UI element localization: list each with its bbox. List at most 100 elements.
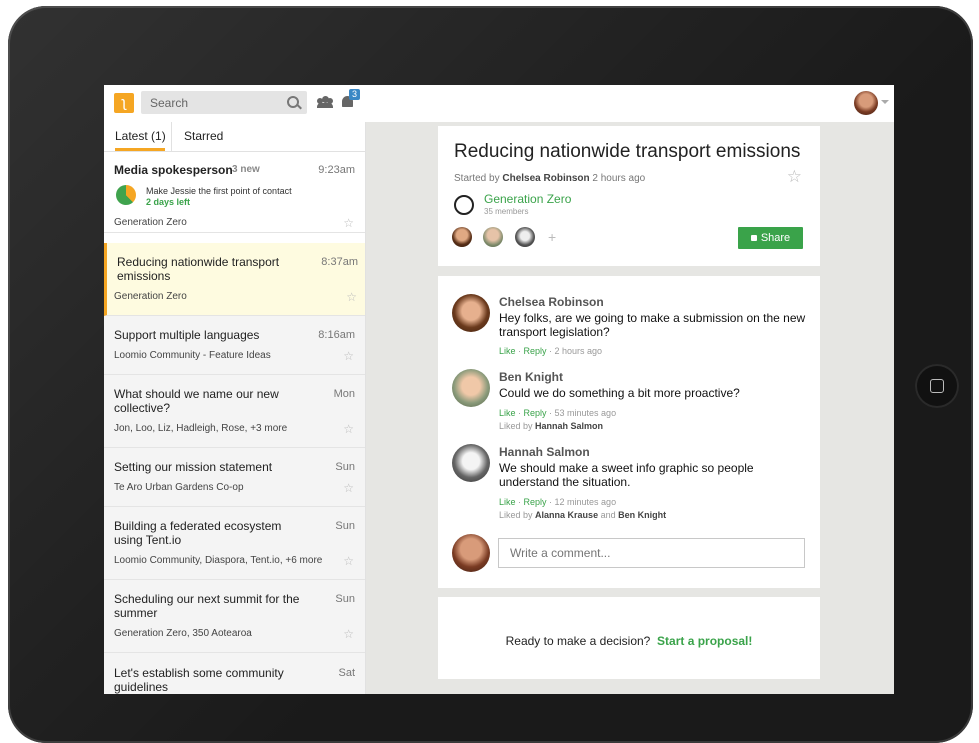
list-item[interactable]: Media spokesperson 3 new 9:23am Make Jes… bbox=[104, 152, 365, 233]
liked-by: Liked by Alanna Krause and Ben Knight bbox=[499, 510, 666, 520]
started-by: Started by Chelsea Robinson 2 hours ago bbox=[454, 173, 645, 184]
comment-text: Could we do something a bit more proacti… bbox=[499, 386, 740, 400]
list-item-time: 8:16am bbox=[318, 329, 355, 341]
reply-link[interactable]: Reply bbox=[524, 497, 547, 507]
start-proposal-link[interactable]: Start a proposal! bbox=[657, 634, 752, 648]
list-item-title: Media spokesperson bbox=[114, 163, 233, 177]
tab-divider bbox=[171, 122, 172, 151]
list-item[interactable]: Support multiple languages 8:16am Loomio… bbox=[104, 316, 365, 375]
avatar[interactable] bbox=[515, 227, 535, 247]
liked-by: Liked by Hannah Salmon bbox=[499, 421, 603, 431]
home-button-icon[interactable] bbox=[915, 364, 959, 408]
avatar bbox=[452, 534, 490, 572]
new-count: 3 new bbox=[232, 164, 260, 175]
comment-author[interactable]: Ben Knight bbox=[499, 370, 563, 384]
comment-time: 2 hours ago bbox=[554, 346, 603, 356]
comment-text: Hey folks, are we going to make a submis… bbox=[499, 311, 806, 339]
list-item-group: Jon, Loo, Liz, Hadleigh, Rose, +3 more bbox=[114, 423, 288, 434]
share-label: Share bbox=[760, 232, 791, 244]
like-link[interactable]: Like bbox=[499, 408, 516, 418]
list-item[interactable]: Setting our mission statement Sun Te Aro… bbox=[104, 448, 365, 507]
star-icon[interactable]: ☆ bbox=[343, 481, 354, 495]
list-item-time: 8:37am bbox=[321, 256, 358, 268]
avatar[interactable] bbox=[452, 294, 490, 332]
decision-prompt: Ready to make a decision? Start a propos… bbox=[438, 634, 820, 648]
list-tabs: Latest (1) Starred bbox=[104, 122, 365, 152]
page-title: Reducing nationwide transport emissions bbox=[454, 141, 801, 162]
decision-text: Ready to make a decision? bbox=[505, 634, 651, 648]
star-icon[interactable]: ☆ bbox=[343, 349, 354, 363]
started-prefix: Started by bbox=[454, 173, 500, 184]
discussion-list-panel: Latest (1) Starred Media spokesperson 3 … bbox=[104, 122, 366, 694]
list-item-time: Sun bbox=[335, 461, 355, 473]
avatar[interactable] bbox=[483, 227, 503, 247]
star-icon[interactable]: ☆ bbox=[346, 290, 357, 304]
list-item-group: Generation Zero, 350 Aotearoa bbox=[114, 628, 252, 639]
liked-user[interactable]: Ben Knight bbox=[618, 510, 666, 520]
chevron-down-icon[interactable] bbox=[881, 100, 889, 104]
liked-and: and bbox=[600, 510, 616, 520]
started-time: 2 hours ago bbox=[592, 173, 646, 184]
list-item-time: Sun bbox=[335, 520, 355, 532]
list-item-group: Loomio Community - Feature Ideas bbox=[114, 350, 271, 361]
reply-link[interactable]: Reply bbox=[524, 408, 547, 418]
tablet-frame: ʅ Search 3 Latest (1) Starred Media spok… bbox=[8, 6, 973, 743]
search-input[interactable]: Search bbox=[141, 91, 307, 114]
star-icon[interactable]: ☆ bbox=[343, 627, 354, 641]
group-logo-icon bbox=[454, 195, 474, 215]
share-button[interactable]: Share bbox=[738, 227, 803, 249]
list-item-group: Generation Zero bbox=[114, 217, 187, 228]
member-count: 35 members bbox=[484, 207, 529, 216]
list-item-title: Scheduling our next summit for the summe… bbox=[114, 592, 300, 620]
search-icon[interactable] bbox=[287, 96, 299, 108]
comment-input[interactable] bbox=[508, 539, 802, 567]
add-member-icon[interactable]: + bbox=[548, 229, 556, 245]
list-item[interactable]: Scheduling our next summit for the summe… bbox=[104, 580, 365, 653]
tab-starred[interactable]: Starred bbox=[184, 129, 223, 143]
user-avatar[interactable] bbox=[854, 91, 878, 115]
comment-author[interactable]: Chelsea Robinson bbox=[499, 295, 604, 309]
liked-user[interactable]: Hannah Salmon bbox=[535, 421, 603, 431]
discussion-panel: Reducing nationwide transport emissions … bbox=[366, 122, 894, 694]
star-icon[interactable]: ☆ bbox=[787, 167, 802, 187]
comment-actions: Like · Reply · 12 minutes ago bbox=[499, 497, 617, 507]
list-item-time: Mon bbox=[333, 388, 355, 400]
list-item-group: Generation Zero bbox=[114, 291, 187, 302]
search-placeholder: Search bbox=[150, 96, 189, 110]
list-item-title: Setting our mission statement bbox=[114, 460, 273, 474]
liked-user[interactable]: Alanna Krause bbox=[535, 510, 598, 520]
avatar[interactable] bbox=[452, 227, 472, 247]
comment-time: 12 minutes ago bbox=[554, 497, 617, 507]
list-item-time: 9:23am bbox=[318, 164, 355, 176]
proposal-text: Make Jessie the first point of contact bbox=[146, 186, 292, 196]
star-icon[interactable]: ☆ bbox=[343, 216, 354, 230]
top-bar: ʅ Search 3 bbox=[104, 85, 894, 123]
groups-icon[interactable] bbox=[317, 96, 333, 108]
decision-card: Ready to make a decision? Start a propos… bbox=[438, 597, 820, 679]
comment-time: 53 minutes ago bbox=[554, 408, 617, 418]
list-item[interactable]: What should we name our new collective? … bbox=[104, 375, 365, 448]
comment-author[interactable]: Hannah Salmon bbox=[499, 445, 590, 459]
reply-link[interactable]: Reply bbox=[524, 346, 547, 356]
avatar[interactable] bbox=[452, 444, 490, 482]
logo-icon[interactable]: ʅ bbox=[114, 93, 134, 113]
author-name[interactable]: Chelsea Robinson bbox=[502, 173, 589, 184]
group-link[interactable]: Generation Zero bbox=[484, 192, 571, 206]
days-left: 2 days left bbox=[146, 197, 191, 207]
comment-text: We should make a sweet info graphic so p… bbox=[499, 461, 754, 489]
list-item-title: Reducing nationwide transport emissions bbox=[117, 255, 280, 283]
tab-latest[interactable]: Latest (1) bbox=[115, 129, 166, 151]
list-item-group: Loomio Community, Diaspora, Tent.io, +6 … bbox=[114, 555, 323, 566]
avatar[interactable] bbox=[452, 369, 490, 407]
list-item-selected[interactable]: Reducing nationwide transport emissions … bbox=[104, 243, 365, 316]
list-item-group: Te Aro Urban Gardens Co-op bbox=[114, 482, 244, 493]
star-icon[interactable]: ☆ bbox=[343, 554, 354, 568]
list-item-title: What should we name our new collective? bbox=[114, 387, 279, 415]
list-item[interactable]: Building a federated ecosystem using Ten… bbox=[104, 507, 365, 580]
proposal-pie-icon bbox=[116, 185, 136, 205]
list-item[interactable]: Let's establish some community guideline… bbox=[104, 653, 365, 694]
like-link[interactable]: Like bbox=[499, 346, 516, 356]
star-icon[interactable]: ☆ bbox=[343, 422, 354, 436]
like-link[interactable]: Like bbox=[499, 497, 516, 507]
list-item-title: Support multiple languages bbox=[114, 328, 260, 342]
